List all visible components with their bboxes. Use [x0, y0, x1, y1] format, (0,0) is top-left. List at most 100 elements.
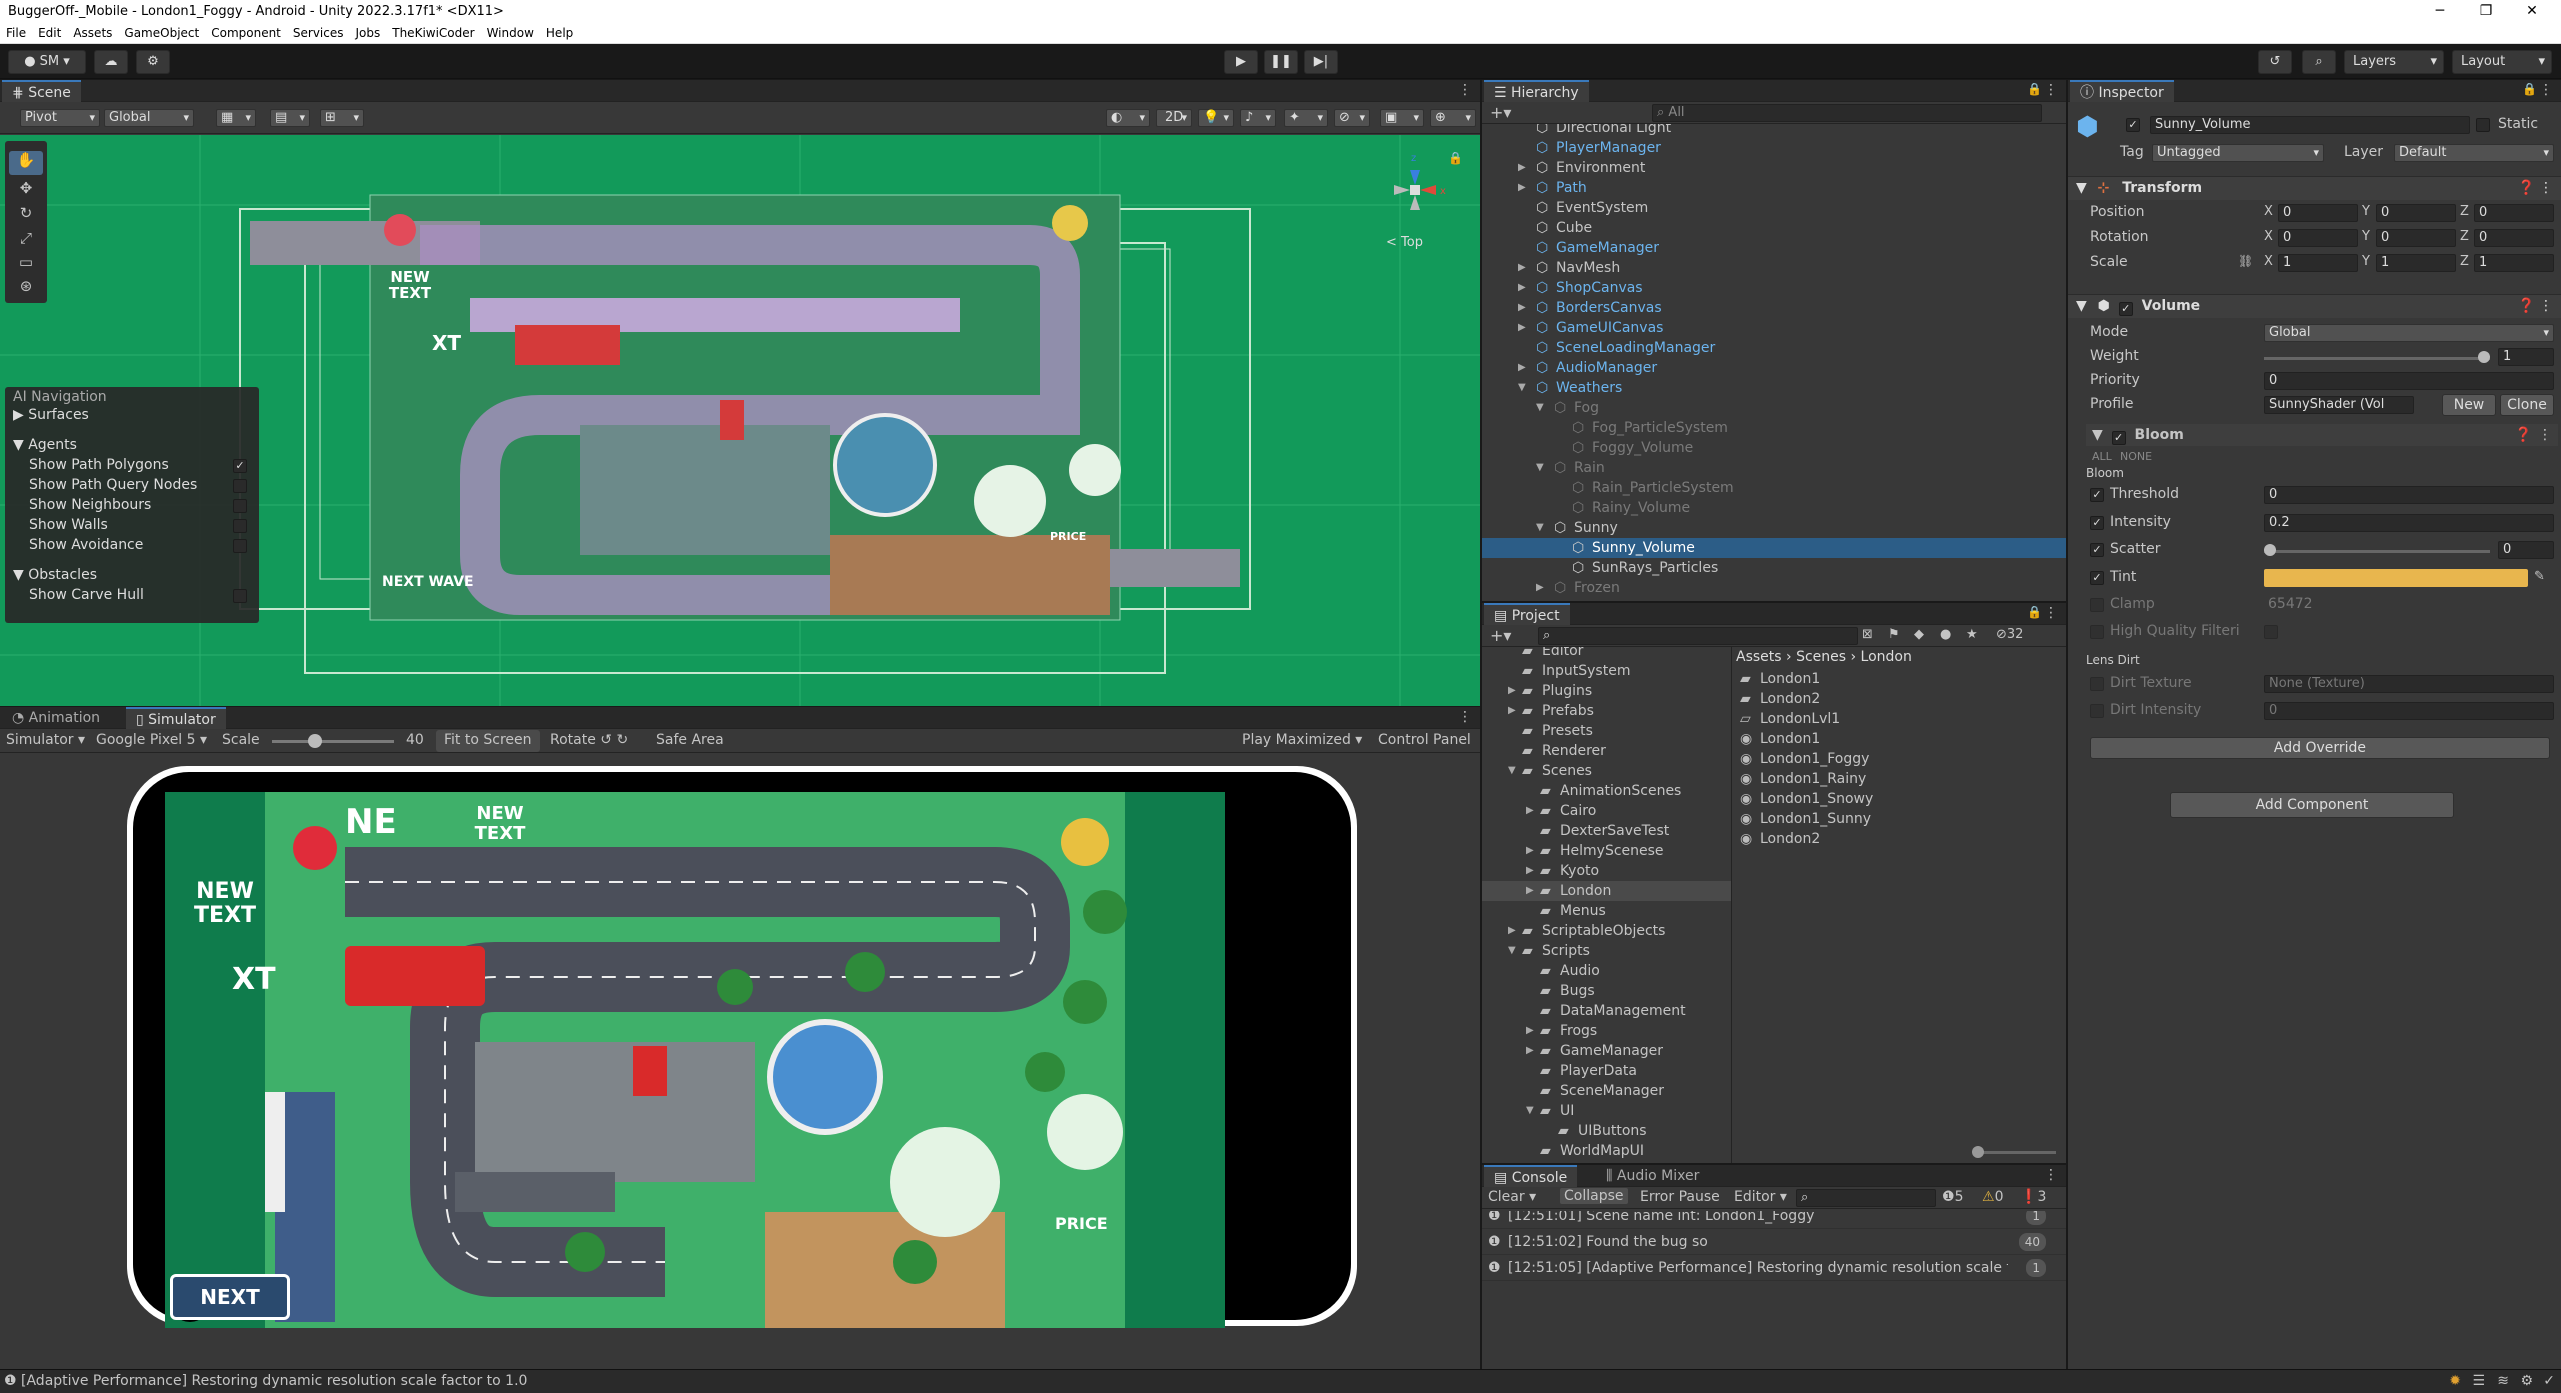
tab-console[interactable]: ▤ Console — [1484, 1165, 1578, 1187]
weight-slider-thumb[interactable] — [2478, 351, 2490, 363]
show-path-query-nodes-checkbox[interactable] — [233, 479, 247, 493]
rect-tool-icon[interactable]: ▭ — [9, 253, 43, 277]
step-button[interactable]: ▶| — [1304, 50, 1338, 74]
game-view[interactable]: NE NEW TEXT NEW TEXT XT NEXT WAVE PRICE — [165, 792, 1225, 1328]
transform-x-input[interactable]: 1 — [2278, 254, 2358, 272]
rotate-button[interactable]: Rotate ↺ ↻ — [550, 732, 628, 748]
breadcrumb-scenes[interactable]: Scenes — [1796, 649, 1846, 665]
hidden-objects-icon[interactable]: ⊘ — [1334, 109, 1370, 127]
ai-nav-agents[interactable]: ▼ Agents — [13, 437, 77, 453]
scatter-slider-thumb[interactable] — [2264, 544, 2276, 556]
hierarchy-item[interactable]: ⬡ Fog_ParticleSystem — [1482, 418, 2066, 438]
pause-button[interactable]: ❚❚ — [1264, 50, 1298, 74]
tab-inspector[interactable]: ⓘ Inspector — [2070, 80, 2174, 102]
filter-label-icon[interactable]: ⚑ — [1888, 627, 1900, 642]
lock-icon[interactable]: 🔒 — [1448, 151, 1463, 165]
tab-hierarchy[interactable]: ☰ Hierarchy — [1484, 80, 1589, 102]
foldout-arrow-icon[interactable]: ▼ — [1526, 1101, 1534, 1121]
increment-snap-icon[interactable]: ⊞ — [320, 109, 364, 127]
device-dropdown[interactable]: Google Pixel 5 ▾ — [96, 732, 207, 748]
transform-tool-icon[interactable]: ⊛ — [9, 277, 43, 301]
global-dropdown[interactable]: Global — [104, 109, 194, 127]
clear-button[interactable]: Clear ▾ — [1488, 1189, 1536, 1205]
lighting-icon[interactable]: 💡 — [1198, 109, 1234, 127]
profile-new-button[interactable]: New — [2442, 394, 2496, 416]
foldout-arrow-icon[interactable]: ▶ — [1508, 921, 1516, 941]
rotate-right-icon[interactable]: ↻ — [616, 732, 628, 748]
foldout-arrow-icon[interactable]: ▶ — [1508, 681, 1516, 701]
cloud-icon[interactable]: ☁ — [94, 50, 128, 74]
show-path-polygons-checkbox[interactable]: ✓ — [233, 459, 247, 473]
add-override-button[interactable]: Add Override — [2090, 737, 2550, 759]
tint-color-swatch[interactable] — [2264, 569, 2528, 587]
folder-tree-item[interactable]: ▼ ▰ Scripts — [1482, 941, 1731, 961]
tab-project[interactable]: ▤ Project — [1484, 603, 1570, 625]
foldout-arrow-icon[interactable]: ▶ — [1518, 278, 1526, 298]
project-add-button[interactable]: +▾ — [1490, 626, 1511, 645]
bloom-all-button[interactable]: ALL — [2092, 450, 2112, 463]
scatter-slider-track[interactable] — [2264, 550, 2490, 553]
info-count-toggle[interactable]: ❶5 — [1942, 1189, 1963, 1205]
camera-icon[interactable]: ▣ — [1380, 109, 1424, 127]
folder-tree-item[interactable]: ▶ ▰ ScriptableObjects — [1482, 921, 1731, 941]
tab-audio-mixer[interactable]: ⫼ Audio Mixer — [1596, 1165, 1709, 1187]
error-pause-button[interactable]: Error Pause — [1640, 1189, 1720, 1205]
transform-y-input[interactable]: 1 — [2376, 254, 2456, 272]
account-dropdown[interactable]: ● SM ▾ — [8, 50, 86, 74]
eyedropper-icon[interactable]: ✎ — [2534, 569, 2545, 584]
collapse-button[interactable]: Collapse — [1560, 1188, 1628, 1204]
console-menu-icon[interactable]: ⋮ — [2044, 1167, 2058, 1183]
pivot-dropdown[interactable]: Pivot — [20, 109, 100, 127]
grid-snap-icon[interactable]: ▦ — [216, 109, 256, 127]
hierarchy-item[interactable]: ⬡ SceneLoadingManager — [1482, 338, 2066, 358]
folder-tree-item[interactable]: ▰ Editor — [1482, 647, 1731, 661]
static-checkbox[interactable] — [2476, 118, 2490, 132]
hierarchy-menu-icon[interactable]: ⋮ — [2044, 82, 2058, 98]
weight-input[interactable]: 1 — [2498, 348, 2554, 366]
weight-slider-track[interactable] — [2264, 357, 2490, 360]
hidden-packages-icon[interactable]: ⊘32 — [1996, 627, 2023, 642]
scatter-input[interactable]: 0 — [2498, 541, 2554, 559]
console-search-input[interactable]: ⌕ — [1796, 1189, 1936, 1207]
fit-to-screen-button[interactable]: Fit to Screen — [436, 730, 540, 752]
hierarchy-lock-icon[interactable]: 🔒 — [2027, 82, 2042, 96]
intensity-override-checkbox[interactable]: ✓ — [2090, 516, 2104, 530]
hierarchy-item[interactable]: ▼ ⬡ Sunny — [1482, 518, 2066, 538]
scene-viewport[interactable]: NEW TEXT XT NEXT WAVE PRICE ✋ ✥ ↻ ⤢ ▭ ⊛ … — [0, 135, 1480, 706]
foldout-arrow-icon[interactable]: ▶ — [1526, 1041, 1534, 1061]
menu-window[interactable]: Window — [481, 24, 540, 40]
foldout-arrow-icon[interactable]: ▶ — [1536, 578, 1544, 598]
project-file-item[interactable]: ▱ LondonLvl1 — [1740, 709, 2060, 729]
foldout-arrow-icon[interactable]: ▼ — [1508, 761, 1516, 781]
folder-tree-item[interactable]: ▶ ▰ HelmyScenese — [1482, 841, 1731, 861]
project-search-input[interactable]: ⌕ — [1538, 627, 1858, 645]
history-icon[interactable]: ↺ — [2258, 50, 2292, 74]
foldout-arrow-icon[interactable]: ▶ — [1526, 861, 1534, 881]
tint-override-checkbox[interactable]: ✓ — [2090, 571, 2104, 585]
favorite-icon[interactable]: ★ — [1966, 627, 1978, 642]
status-settings-icon[interactable]: ⚙ — [2520, 1370, 2533, 1392]
filter-type-icon[interactable]: ⊠ — [1862, 627, 1873, 642]
status-network-icon[interactable]: ≋ — [2497, 1370, 2509, 1392]
foldout-arrow-icon[interactable]: ▶ — [1518, 358, 1526, 378]
ai-nav-obstacles[interactable]: ▼ Obstacles — [13, 567, 97, 583]
play-button[interactable]: ▶ — [1224, 50, 1258, 74]
tab-animation[interactable]: ◔ Animation — [2, 707, 110, 729]
mode-2d-toggle[interactable]: 2D — [1156, 109, 1192, 127]
folder-tree-item[interactable]: ▼ ▰ Scenes — [1482, 761, 1731, 781]
bloom-help-icon[interactable]: ❓ — [2515, 424, 2532, 446]
folder-tree-item[interactable]: ▰ Menus — [1482, 901, 1731, 921]
folder-tree-item[interactable]: ▰ Renderer — [1482, 741, 1731, 761]
mode-dropdown[interactable]: Global — [2264, 324, 2554, 342]
folder-tree-item[interactable]: ▶ ▰ Frogs — [1482, 1021, 1731, 1041]
foldout-arrow-icon[interactable]: ▼ — [1536, 518, 1544, 538]
audio-icon[interactable]: ♪ — [1240, 109, 1276, 127]
menu-thekiwicoder[interactable]: TheKiwiCoder — [386, 24, 480, 40]
simulator-menu-icon[interactable]: ⋮ — [1458, 709, 1472, 725]
project-file-item[interactable]: ◉ London2 — [1740, 829, 2060, 849]
folder-tree-item[interactable]: ▶ ▰ Cairo — [1482, 801, 1731, 821]
foldout-arrow-icon[interactable]: ▼ — [1536, 398, 1544, 418]
foldout-arrow-icon[interactable]: ▶ — [1526, 801, 1534, 821]
status-message[interactable]: [Adaptive Performance] Restoring dynamic… — [21, 1373, 527, 1389]
project-file-item[interactable]: ◉ London1_Snowy — [1740, 789, 2060, 809]
